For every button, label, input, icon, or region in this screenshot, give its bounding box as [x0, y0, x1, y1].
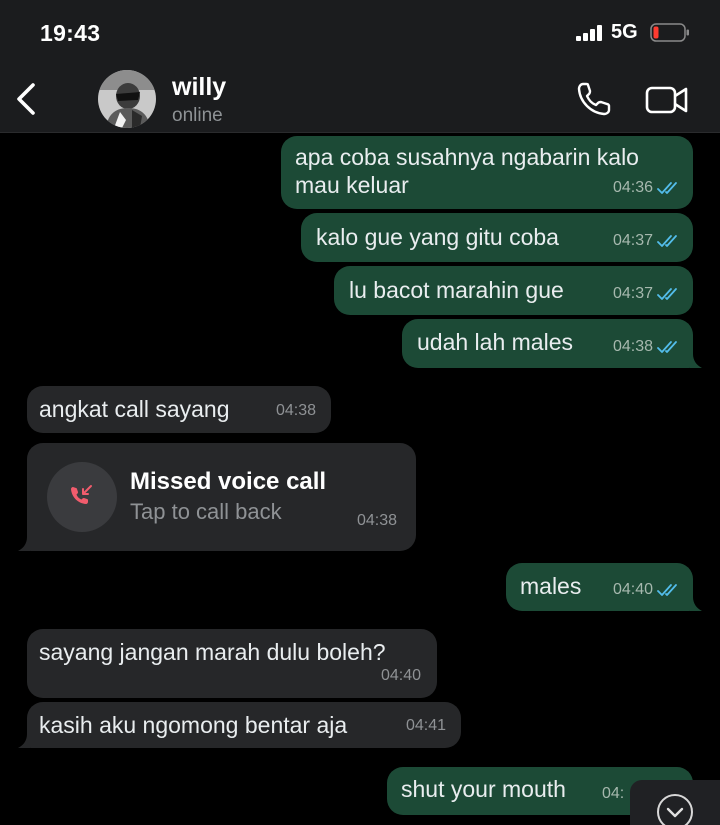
network-type: 5G	[611, 21, 638, 43]
double-check-icon	[657, 584, 677, 596]
message-meta: 04:40	[381, 662, 421, 690]
message-bubble-outgoing[interactable]: males 04:40	[506, 563, 693, 611]
message-bubble-incoming[interactable]: angkat call sayang 04:38	[27, 386, 331, 433]
video-camera-icon[interactable]	[645, 84, 689, 116]
message-time: 04:36	[612, 179, 653, 196]
missed-call-icon	[71, 485, 92, 504]
message-text: udah lah males	[417, 329, 573, 355]
message-text: apa coba susahnya ngabarin kalo	[295, 144, 639, 170]
message-meta: 04:38	[357, 507, 397, 535]
message-time: 04:	[602, 785, 625, 802]
contact-status: online	[172, 105, 223, 126]
message-meta: 04:37	[613, 227, 681, 255]
message-meta: 04:37	[613, 280, 681, 308]
message-text: mau keluar	[295, 172, 409, 198]
message-text: angkat call sayang	[39, 396, 230, 422]
battery-icon	[650, 23, 689, 42]
double-check-icon	[657, 288, 677, 300]
back-chevron-icon[interactable]	[14, 82, 38, 116]
scroll-circle	[657, 794, 693, 825]
message-time: 04:38	[275, 402, 316, 419]
missed-call-subtitle[interactable]: Tap to call back	[130, 498, 282, 526]
message-text: lu bacot marahin gue	[349, 277, 564, 303]
message-text: sayang jangan marah dulu boleh?	[39, 639, 386, 665]
double-check-icon	[657, 182, 677, 194]
bubble-tail	[690, 597, 702, 611]
message-text: kasih aku ngomong bentar aja	[39, 712, 348, 738]
message-bubble-incoming[interactable]: sayang jangan marah dulu boleh? 04:40	[27, 629, 437, 698]
chat-header: 19:43 5G willy online	[0, 0, 720, 133]
message-meta: 04:40	[613, 576, 681, 604]
message-text: kalo gue yang gitu coba	[316, 224, 559, 250]
double-check-icon	[657, 235, 677, 247]
scroll-to-bottom-button[interactable]	[630, 780, 720, 825]
message-time: 04:40	[380, 667, 421, 684]
message-time: 04:38	[612, 338, 653, 355]
message-text: males	[520, 573, 582, 599]
phone-icon[interactable]	[575, 80, 613, 118]
message-time: 04:38	[356, 512, 397, 529]
status-time: 19:43	[40, 20, 101, 46]
chevron-down-icon	[666, 807, 684, 818]
message-time: 04:37	[612, 285, 653, 302]
double-check-icon	[657, 341, 677, 353]
message-bubble-outgoing[interactable]: kalo gue yang gitu coba 04:37	[301, 213, 693, 262]
message-meta: 04:36	[613, 174, 681, 202]
message-time: 04:37	[612, 232, 653, 249]
missed-call-card[interactable]: Missed voice call Tap to call back 04:38	[27, 443, 416, 551]
bubble-tail	[690, 354, 702, 368]
message-bubble-outgoing[interactable]: udah lah males 04:38	[402, 319, 693, 368]
message-time: 04:41	[405, 717, 446, 734]
message-time: 04:40	[612, 581, 653, 598]
bubble-tail	[18, 537, 30, 551]
signal-strength-icon	[576, 25, 602, 41]
bubble-tail	[18, 734, 30, 748]
message-text: shut your mouth	[401, 776, 566, 802]
missed-call-title: Missed voice call	[130, 468, 327, 495]
contact-avatar[interactable]	[98, 70, 156, 128]
contact-name[interactable]: willy	[172, 73, 226, 102]
message-meta: 04:41	[406, 712, 446, 740]
message-bubble-outgoing[interactable]: apa coba susahnya ngabarin kalo mau kelu…	[281, 136, 693, 209]
message-bubble-outgoing[interactable]: lu bacot marahin gue 04:37	[334, 266, 693, 315]
message-meta: 04:	[602, 780, 624, 808]
message-meta: 04:38	[276, 397, 316, 425]
message-bubble-incoming[interactable]: kasih aku ngomong bentar aja 04:41	[27, 702, 461, 748]
message-meta: 04:38	[613, 333, 681, 361]
missed-call-icon-circle	[47, 462, 117, 532]
